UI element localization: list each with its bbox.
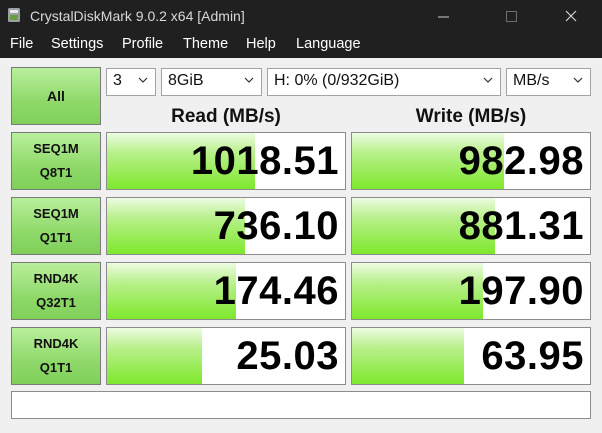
read-bar-fill bbox=[107, 328, 203, 384]
drive-value: H: 0% (0/932GiB) bbox=[274, 72, 400, 89]
write-result-rnd4k-q1t1: 63.95 bbox=[351, 327, 591, 385]
test-count-select[interactable]: 3 bbox=[106, 68, 156, 96]
menu-help[interactable]: Help bbox=[246, 36, 276, 52]
main-panel: All 3 8GiB H: 0% (0/932GiB) MB/s Read (M… bbox=[0, 58, 602, 433]
test-size-value: 8GiB bbox=[168, 72, 204, 89]
write-bar-fill bbox=[352, 328, 464, 384]
test-button-seq1m-q8t1[interactable]: SEQ1M Q8T1 bbox=[11, 132, 101, 190]
test-button-rnd4k-q32t1[interactable]: RND4K Q32T1 bbox=[11, 262, 101, 320]
write-column-header: Write (MB/s) bbox=[415, 106, 527, 127]
window-title: CrystalDiskMark 9.0.2 x64 [Admin] bbox=[30, 8, 245, 24]
write-result-seq1m-q8t1: 982.98 bbox=[351, 132, 591, 190]
test-count-value: 3 bbox=[113, 72, 122, 89]
read-result-rnd4k-q1t1: 25.03 bbox=[106, 327, 346, 385]
close-button[interactable] bbox=[548, 0, 594, 32]
crystaldiskmark-app-icon bbox=[8, 8, 20, 22]
run-all-button[interactable]: All bbox=[11, 67, 101, 125]
read-value: 25.03 bbox=[236, 333, 339, 378]
menu-bar: File Settings Profile Theme Help Languag… bbox=[0, 32, 602, 58]
minimize-button[interactable] bbox=[420, 0, 466, 32]
drive-select[interactable]: H: 0% (0/932GiB) bbox=[267, 68, 501, 96]
write-value: 982.98 bbox=[458, 138, 584, 183]
comment-input[interactable] bbox=[11, 391, 591, 419]
read-value: 1018.51 bbox=[190, 138, 339, 183]
chevron-down-icon bbox=[138, 77, 148, 83]
test-name-line2: Q1T1 bbox=[39, 230, 73, 245]
read-result-rnd4k-q32t1: 174.46 bbox=[106, 262, 346, 320]
write-result-rnd4k-q32t1: 197.90 bbox=[351, 262, 591, 320]
read-result-seq1m-q8t1: 1018.51 bbox=[106, 132, 346, 190]
unit-value: MB/s bbox=[513, 72, 550, 89]
test-name-line1: RND4K bbox=[33, 271, 79, 286]
test-button-seq1m-q1t1[interactable]: SEQ1M Q1T1 bbox=[11, 197, 101, 255]
chevron-down-icon bbox=[483, 77, 493, 83]
write-value: 197.90 bbox=[458, 268, 584, 313]
unit-select[interactable]: MB/s bbox=[506, 68, 591, 96]
test-name-line2: Q1T1 bbox=[39, 360, 73, 375]
read-column-header: Read (MB/s) bbox=[171, 106, 281, 127]
write-result-seq1m-q1t1: 881.31 bbox=[351, 197, 591, 255]
title-bar: CrystalDiskMark 9.0.2 x64 [Admin] bbox=[0, 0, 602, 32]
maximize-button[interactable] bbox=[488, 0, 534, 32]
read-value: 174.46 bbox=[213, 268, 339, 313]
write-value: 881.31 bbox=[458, 203, 584, 248]
run-all-label: All bbox=[47, 88, 65, 104]
menu-theme[interactable]: Theme bbox=[183, 36, 228, 52]
test-name-line1: SEQ1M bbox=[33, 141, 79, 156]
chevron-down-icon bbox=[244, 77, 254, 83]
read-value: 736.10 bbox=[213, 203, 339, 248]
menu-profile[interactable]: Profile bbox=[122, 36, 163, 52]
test-name-line2: Q32T1 bbox=[36, 295, 76, 310]
read-result-seq1m-q1t1: 736.10 bbox=[106, 197, 346, 255]
menu-settings[interactable]: Settings bbox=[51, 36, 103, 52]
test-name-line1: SEQ1M bbox=[33, 206, 79, 221]
write-value: 63.95 bbox=[481, 333, 584, 378]
minimize-icon bbox=[437, 16, 449, 17]
menu-language[interactable]: Language bbox=[296, 36, 361, 52]
maximize-icon bbox=[505, 10, 517, 22]
chevron-down-icon bbox=[573, 77, 583, 83]
test-button-rnd4k-q1t1[interactable]: RND4K Q1T1 bbox=[11, 327, 101, 385]
menu-file[interactable]: File bbox=[10, 36, 33, 52]
close-icon bbox=[565, 10, 577, 22]
test-name-line2: Q8T1 bbox=[39, 165, 73, 180]
test-size-select[interactable]: 8GiB bbox=[161, 68, 262, 96]
test-name-line1: RND4K bbox=[33, 336, 79, 351]
